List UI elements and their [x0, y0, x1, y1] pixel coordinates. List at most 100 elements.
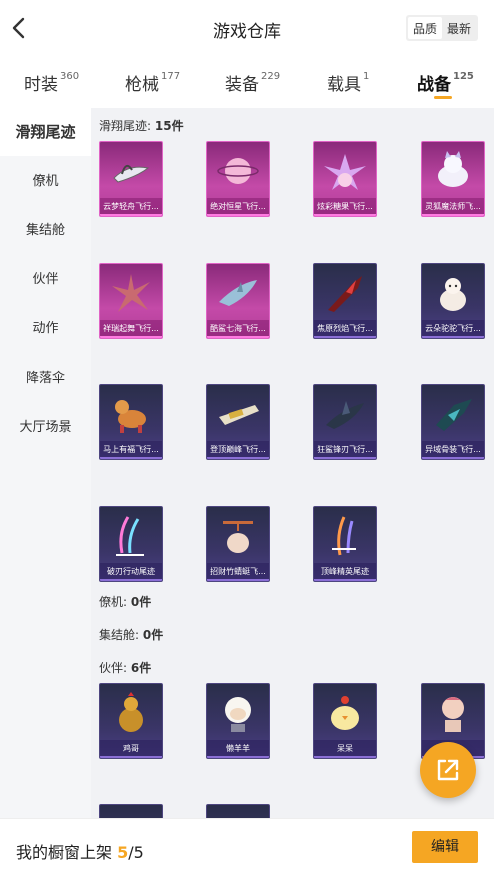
- rarity-bar: [314, 457, 376, 459]
- shark-item-icon: [219, 280, 257, 306]
- section-label: 伙伴:: [99, 661, 128, 675]
- rarity-bar: [422, 336, 484, 338]
- item-card[interactable]: 马上有福飞行...: [99, 384, 163, 460]
- showcase-status: 我的橱窗上架 5/5: [16, 839, 144, 863]
- tab-label: 战备: [417, 75, 451, 95]
- rarity-bar: [207, 457, 269, 459]
- rarity-bar: [314, 214, 376, 216]
- item-card[interactable]: 顶峰精英尾迹: [313, 506, 377, 582]
- tab-combat-gear[interactable]: 战备 125: [417, 70, 474, 95]
- item-card[interactable]: 云梦轻舟飞行...: [99, 141, 163, 217]
- section-title-assembly-pod: 集结舱: 0件: [99, 626, 163, 643]
- share-external-icon: [437, 759, 459, 781]
- sort-toggle[interactable]: 品质 最新: [405, 15, 478, 41]
- sidebar-item-lobby-scene[interactable]: 大厅场景: [0, 404, 91, 452]
- section-count: 0件: [142, 628, 164, 642]
- tab-equipment[interactable]: 装备 229: [225, 70, 280, 95]
- section-title-partner: 伙伴: 6件: [99, 659, 151, 676]
- fox-item-icon: [438, 151, 468, 187]
- active-tab-indicator: [434, 96, 452, 99]
- section-count: 0件: [130, 595, 152, 609]
- rarity-bar: [314, 579, 376, 581]
- item-card[interactable]: 鸡哥: [99, 683, 163, 759]
- bone-glider-item-icon: [436, 399, 472, 431]
- shark-blade-item-icon: [326, 401, 364, 429]
- share-button[interactable]: [420, 742, 476, 798]
- bamboo-copter-item-icon: [223, 521, 253, 553]
- showcase-label: 我的橱窗上架: [16, 843, 113, 862]
- item-card[interactable]: 懒羊羊: [206, 683, 270, 759]
- item-card[interactable]: 灵狐魔法师飞...: [421, 141, 485, 217]
- warehouse-screen: 游戏仓库 品质 最新 时装 360 枪械 177 装备 229 载具 1 战备 125 滑…: [0, 0, 494, 875]
- rarity-bar: [422, 457, 484, 459]
- item-card[interactable]: 呆呆: [313, 683, 377, 759]
- tab-count: 1: [363, 71, 370, 82]
- section-count: 6件: [130, 661, 152, 675]
- rarity-bar: [207, 336, 269, 338]
- section-label: 集结舱:: [99, 628, 140, 642]
- bottom-bar: 我的橱窗上架 5/5 编辑: [0, 818, 494, 875]
- sort-newest-option[interactable]: 最新: [442, 17, 476, 39]
- sheep-partner-icon: [225, 697, 251, 732]
- trail-item-icon: [116, 516, 144, 556]
- item-card[interactable]: 异域骨装飞行...: [421, 384, 485, 460]
- sidebar: 滑翔尾迹 僚机 集结舱 伙伴 动作 降落伞 大厅场景: [0, 108, 91, 818]
- tab-count: 177: [161, 71, 181, 82]
- item-card[interactable]: 酷鲨七海飞行...: [206, 263, 270, 339]
- item-card[interactable]: 狂鲨锋刃飞行...: [313, 384, 377, 460]
- item-grid-area[interactable]: 滑翔尾迹: 15件 云梦轻舟飞行... 绝对恒星飞行... 炫彩糖果飞行... …: [91, 108, 494, 818]
- tab-count: 229: [261, 71, 281, 82]
- showcase-total-count: /5: [128, 843, 144, 862]
- starfish-item-icon: [112, 274, 150, 312]
- rarity-bar: [100, 756, 162, 758]
- sidebar-item-partner[interactable]: 伙伴: [0, 256, 91, 304]
- item-card[interactable]: 破刃行动尾迹: [99, 506, 163, 582]
- sidebar-item-glide-trail[interactable]: 滑翔尾迹: [0, 108, 91, 156]
- rarity-bar: [314, 336, 376, 338]
- alpaca-item-icon: [440, 278, 466, 311]
- showcase-current-count: 5: [117, 843, 129, 862]
- item-card[interactable]: 绝对恒星飞行...: [206, 141, 270, 217]
- rarity-bar: [207, 214, 269, 216]
- tab-fashion[interactable]: 时装 360: [24, 70, 79, 95]
- rarity-bar: [207, 756, 269, 758]
- tab-label: 载具: [327, 75, 361, 95]
- tab-count: 360: [60, 71, 80, 82]
- item-card[interactable]: 炫彩糖果飞行...: [313, 141, 377, 217]
- item-card[interactable]: [206, 804, 270, 818]
- glider-item-icon: [113, 164, 150, 183]
- section-label: 滑翔尾迹:: [99, 119, 152, 133]
- item-card[interactable]: 祥瑞起舞飞行...: [99, 263, 163, 339]
- rarity-bar: [207, 579, 269, 581]
- tab-label: 装备: [225, 75, 259, 95]
- item-card[interactable]: 招财竹蜻蜓飞...: [206, 506, 270, 582]
- sidebar-item-assembly-pod[interactable]: 集结舱: [0, 207, 91, 255]
- sidebar-item-emote[interactable]: 动作: [0, 305, 91, 353]
- section-label: 僚机:: [99, 595, 128, 609]
- rarity-bar: [100, 214, 162, 216]
- jet-glider-item-icon: [219, 405, 259, 425]
- tab-count: 125: [453, 71, 474, 82]
- sort-quality-option[interactable]: 品质: [407, 17, 442, 39]
- rarity-bar: [100, 457, 162, 459]
- candy-item-icon: [324, 154, 366, 190]
- chicken-partner-icon: [119, 692, 143, 732]
- elite-trail-item-icon: [332, 516, 356, 556]
- sidebar-item-wingman[interactable]: 僚机: [0, 158, 91, 206]
- item-card[interactable]: [99, 804, 163, 818]
- item-card[interactable]: 焦原烈焰飞行...: [313, 263, 377, 339]
- girl-partner-icon: [442, 697, 464, 732]
- rarity-bar: [100, 336, 162, 338]
- item-card[interactable]: 云朵驼驼飞行...: [421, 263, 485, 339]
- section-title-glide-trail: 滑翔尾迹: 15件: [99, 117, 184, 134]
- tab-weapons[interactable]: 枪械 177: [125, 70, 180, 95]
- tab-vehicles[interactable]: 载具 1: [327, 70, 369, 95]
- rarity-bar: [422, 214, 484, 216]
- section-title-wingman: 僚机: 0件: [99, 593, 151, 610]
- rarity-bar: [100, 579, 162, 581]
- sidebar-item-parachute[interactable]: 降落伞: [0, 355, 91, 403]
- item-card[interactable]: 登顶巅峰飞行...: [206, 384, 270, 460]
- edit-button[interactable]: 编辑: [412, 831, 478, 863]
- category-tabs: 时装 360 枪械 177 装备 229 载具 1 战备 125: [0, 58, 494, 108]
- horse-item-icon: [115, 400, 146, 433]
